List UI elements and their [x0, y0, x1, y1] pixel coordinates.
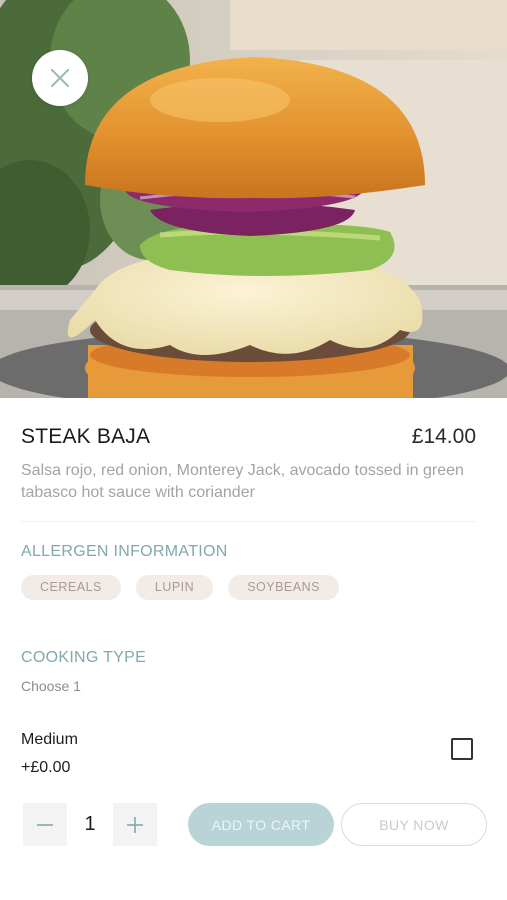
increase-quantity-button[interactable]: [113, 803, 157, 846]
buy-now-button[interactable]: BUY NOW: [341, 803, 487, 846]
allergen-list: CEREALS LUPIN SOYBEANS: [21, 575, 339, 600]
product-title: STEAK BAJA: [21, 425, 151, 448]
decrease-quantity-button[interactable]: [23, 803, 67, 846]
option-name: Medium: [21, 731, 78, 748]
add-to-cart-button[interactable]: ADD TO CART: [188, 803, 334, 846]
quantity-value: 1: [84, 813, 96, 835]
cooking-type-heading: COOKING TYPE: [21, 649, 147, 666]
close-button[interactable]: [32, 50, 88, 106]
cooking-type-hint: Choose 1: [21, 678, 81, 694]
product-price: £14.00: [411, 425, 476, 448]
close-icon: [50, 68, 70, 88]
product-description: Salsa rojo, red onion, Monterey Jack, av…: [21, 462, 464, 501]
allergen-chip: SOYBEANS: [228, 575, 339, 600]
option-price: +£0.00: [21, 759, 71, 776]
option-checkbox[interactable]: [451, 738, 473, 760]
product-image: [0, 0, 507, 398]
minus-icon: [37, 823, 53, 826]
plus-icon: [127, 816, 143, 833]
allergen-chip: CEREALS: [21, 575, 121, 600]
allergen-chip: LUPIN: [135, 575, 214, 600]
allergen-heading: ALLERGEN INFORMATION: [21, 543, 228, 560]
divider: [21, 521, 476, 522]
